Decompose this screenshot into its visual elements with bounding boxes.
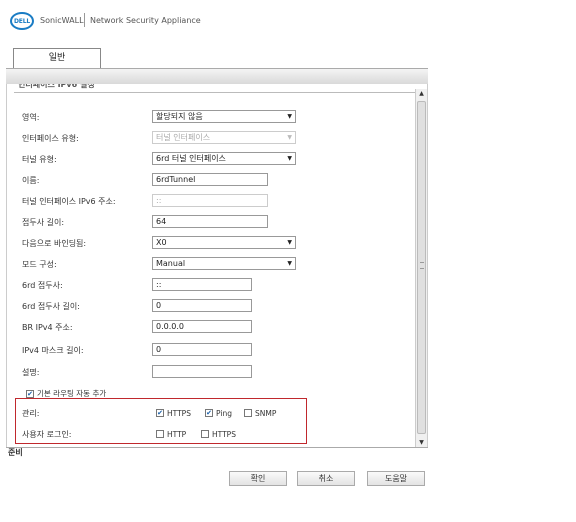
br-ipv4-label: BR IPv4 주소: (22, 323, 73, 332)
scroll-up-icon[interactable]: ▲ (416, 89, 427, 99)
comment-label: 설명: (22, 368, 40, 377)
user-login-https-checkbox[interactable] (201, 430, 209, 438)
user-login-http-option[interactable]: HTTP (156, 429, 186, 439)
ipv4-mask-length-label: IPv4 마스크 길이: (22, 346, 84, 355)
mode-value: Manual (156, 259, 186, 268)
product-name: Network Security Appliance (90, 16, 201, 25)
zone-value: 할당되지 않음 (156, 112, 203, 121)
cancel-button[interactable]: 취소 (297, 471, 355, 486)
bind-to-select[interactable]: X0 ▼ (152, 236, 296, 249)
header-divider (84, 13, 85, 27)
management-https-option[interactable]: ✔ HTTPS (156, 408, 191, 418)
default-route-label: 기본 라우팅 자동 추가 (37, 389, 107, 398)
zone-label: 영역: (22, 113, 40, 122)
chevron-down-icon: ▼ (287, 260, 292, 267)
user-login-http-label: HTTP (167, 429, 187, 439)
user-login-label: 사용자 로그인: (22, 430, 72, 439)
bind-to-label: 다음으로 바인딩됨: (22, 239, 87, 248)
brand-name: SonicWALL (40, 16, 84, 25)
bind-to-value: X0 (156, 238, 167, 247)
tunnel-ipv6-input: :: (152, 194, 268, 207)
section-divider (14, 92, 416, 93)
chevron-down-icon: ▼ (287, 113, 292, 120)
management-ping-label: Ping (216, 408, 232, 418)
scroll-thumb[interactable] (417, 101, 426, 434)
management-ping-option[interactable]: ✔ Ping (205, 408, 232, 418)
comment-input[interactable] (152, 365, 252, 378)
mode-select[interactable]: Manual ▼ (152, 257, 296, 270)
chevron-down-icon: ▼ (287, 239, 292, 246)
status-bar: 준비 (6, 447, 428, 458)
mode-label: 모드 구성: (22, 260, 57, 269)
user-login-https-label: HTTPS (212, 429, 236, 439)
help-button[interactable]: 도움말 (367, 471, 425, 486)
tunnel-type-value: 6rd 터널 인터페이스 (156, 154, 226, 163)
interface-type-select: 터널 인터페이스 ▼ (152, 131, 296, 144)
default-route-checkbox[interactable]: ✔ (26, 389, 34, 398)
sixrd-prefix-length-input[interactable]: 0 (152, 299, 252, 312)
management-ping-checkbox[interactable]: ✔ (205, 409, 213, 417)
management-label: 관리: (22, 409, 40, 418)
prefix-length-label: 접두사 길이: (22, 218, 65, 227)
ok-button[interactable]: 확인 (229, 471, 287, 486)
chevron-down-icon: ▼ (287, 134, 292, 141)
user-login-https-option[interactable]: HTTPS (201, 429, 236, 439)
management-https-label: HTTPS (167, 408, 191, 418)
ipv4-mask-length-input[interactable]: 0 (152, 343, 252, 356)
vertical-scrollbar[interactable]: ▲ ▼ (415, 89, 427, 448)
sixrd-prefix-label: 6rd 접두사: (22, 281, 63, 290)
management-snmp-checkbox[interactable] (244, 409, 252, 417)
br-ipv4-input[interactable]: 0.0.0.0 (152, 320, 252, 333)
tunnel-ipv6-label: 터널 인터페이스 IPv6 주소: (22, 197, 116, 206)
name-label: 이름: (22, 176, 40, 185)
sixrd-prefix-length-label: 6rd 접두사 길이: (22, 302, 80, 311)
interface-type-label: 인터페이스 유형: (22, 134, 79, 143)
management-snmp-option[interactable]: SNMP (244, 408, 276, 418)
name-input[interactable]: 6rdTunnel (152, 173, 268, 186)
tunnel-type-select[interactable]: 6rd 터널 인터페이스 ▼ (152, 152, 296, 165)
user-login-http-checkbox[interactable] (156, 430, 164, 438)
chevron-down-icon: ▼ (287, 155, 292, 162)
section-title: 인터페이스 IPv6 설정 (18, 84, 95, 89)
dell-logo: DELL (10, 12, 34, 30)
management-snmp-label: SNMP (255, 408, 277, 418)
scroll-grip-icon (420, 262, 424, 269)
tunnel-type-label: 터널 유형: (22, 155, 57, 164)
tab-strip (6, 68, 428, 84)
interface-type-value: 터널 인터페이스 (156, 133, 211, 142)
prefix-length-input[interactable]: 64 (152, 215, 268, 228)
tab-general[interactable]: 일반 (13, 48, 101, 68)
management-https-checkbox[interactable]: ✔ (156, 409, 164, 417)
zone-select[interactable]: 할당되지 않음 ▼ (152, 110, 296, 123)
sixrd-prefix-input[interactable]: :: (152, 278, 252, 291)
